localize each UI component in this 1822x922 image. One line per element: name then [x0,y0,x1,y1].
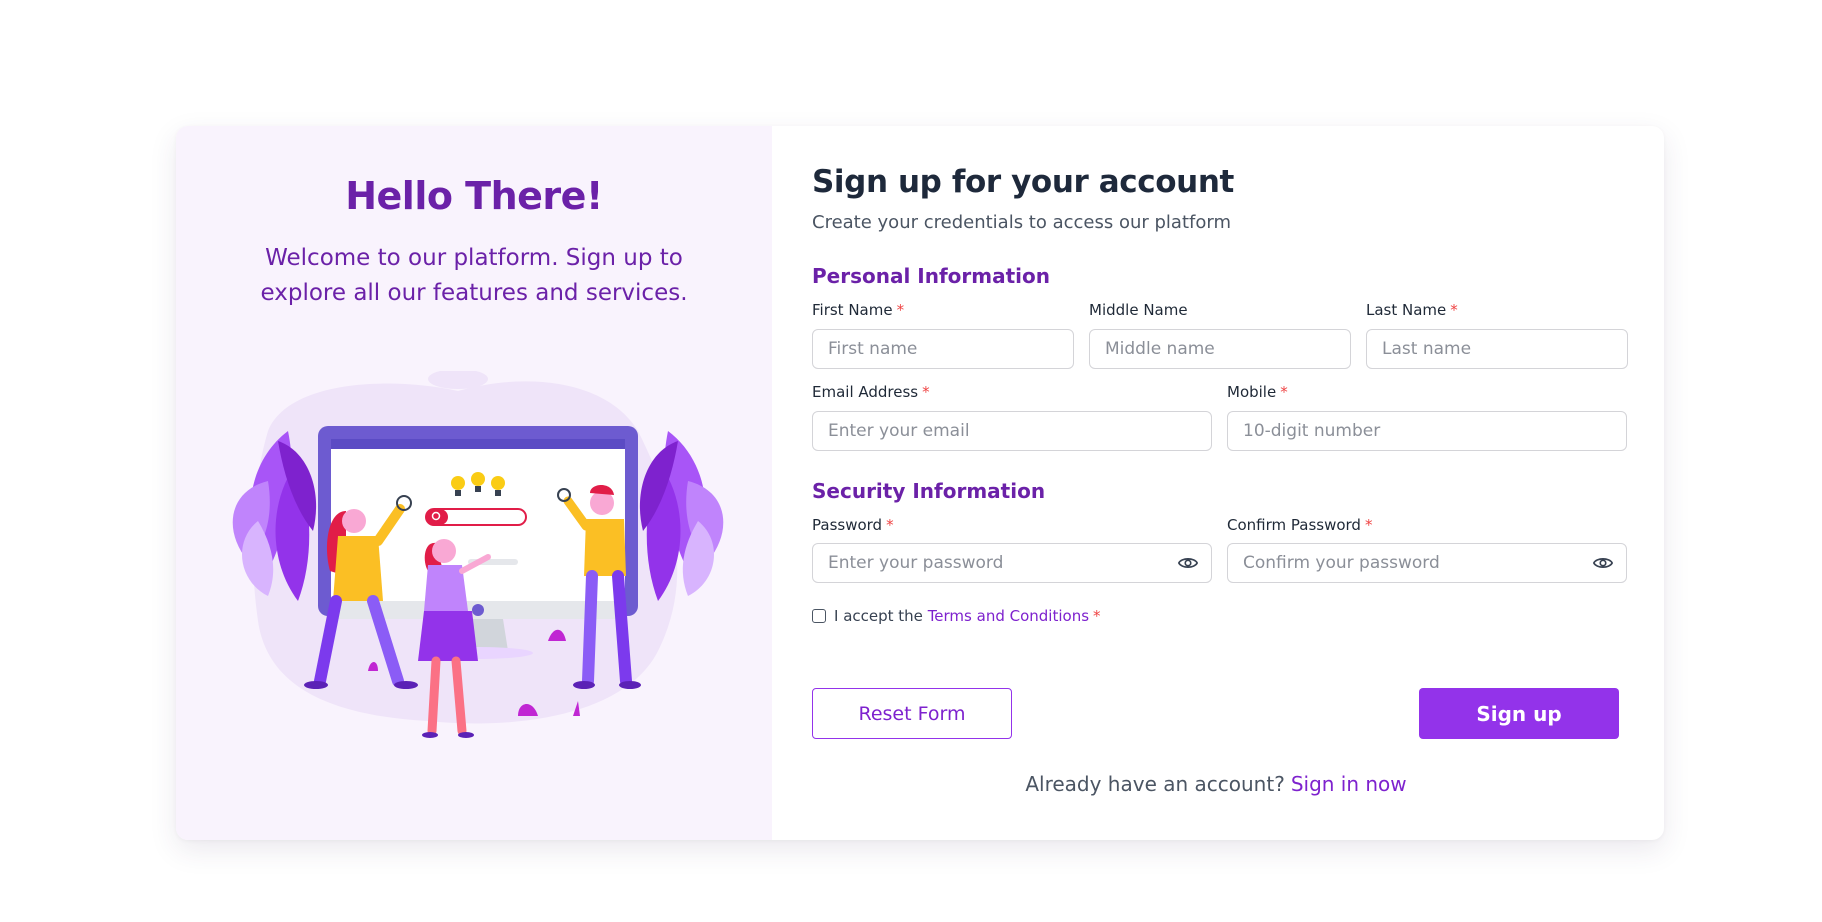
required-marker: * [886,516,894,534]
form-subtitle: Create your credentials to access our pl… [812,212,1231,233]
required-marker: * [896,301,905,319]
signin-prompt: Already have an account? Sign in now [1025,772,1407,796]
mobile-input[interactable] [1227,411,1627,451]
last-name-label: Last Name * [1366,301,1458,319]
form-title: Sign up for your account [812,164,1234,200]
terms-label: I accept the Terms and Conditions * [834,607,1101,625]
middle-name-label: Middle Name [1089,301,1188,319]
confirm-password-label: Confirm Password * [1227,516,1373,534]
terms-checkbox[interactable] [812,609,826,623]
signup-illustration [232,371,724,738]
first-name-input[interactable] [812,329,1074,369]
password-label: Password * [812,516,894,534]
welcome-panel: Hello There! Welcome to our platform. Si… [176,126,772,840]
security-info-heading: Security Information [812,479,1046,503]
welcome-title: Hello There! [345,174,603,218]
email-input[interactable] [812,411,1212,451]
middle-name-input[interactable] [1089,329,1351,369]
signup-button[interactable]: Sign up [1419,688,1619,739]
required-marker: * [1364,516,1373,534]
last-name-input[interactable] [1366,329,1628,369]
mobile-label: Mobile * [1227,383,1288,401]
reset-form-button[interactable]: Reset Form [812,688,1012,739]
password-input[interactable] [812,543,1212,583]
required-marker: * [922,383,930,401]
signin-link[interactable]: Sign in now [1291,772,1407,796]
signup-form: Sign up for your account Create your cre… [772,126,1664,840]
terms-link[interactable]: Terms and Conditions [928,607,1089,625]
email-label: Email Address * [812,383,930,401]
required-marker: * [1450,301,1458,319]
welcome-message: Welcome to our platform. Sign up to expl… [260,245,688,306]
eye-icon[interactable] [1592,552,1614,574]
required-marker: * [1280,383,1288,401]
personal-info-heading: Personal Information [812,264,1050,288]
first-name-label: First Name * [812,301,905,319]
confirm-password-input[interactable] [1227,543,1627,583]
eye-icon[interactable] [1177,552,1199,574]
required-marker: * [1093,607,1101,625]
signup-card: Hello There! Welcome to our platform. Si… [176,126,1664,840]
